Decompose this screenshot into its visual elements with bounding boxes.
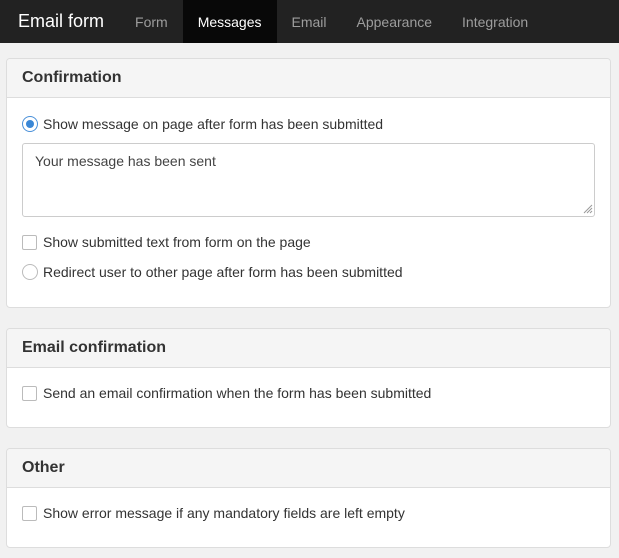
redirect-label: Redirect user to other page after form h…: [43, 264, 403, 280]
show-submitted-label: Show submitted text from form on the pag…: [43, 234, 311, 250]
redirect-radio[interactable]: [22, 264, 38, 280]
send-email-label: Send an email confirmation when the form…: [43, 385, 432, 401]
brand-title[interactable]: Email form: [0, 0, 120, 43]
other-panel-title: Other: [7, 449, 610, 488]
show-message-label: Show message on page after form has been…: [43, 116, 384, 132]
send-email-checkbox[interactable]: [22, 385, 37, 401]
error-message-checkbox[interactable]: [22, 505, 37, 521]
show-submitted-option[interactable]: Show submitted text from form on the pag…: [22, 232, 311, 252]
confirmation-message-textarea[interactable]: Your message has been sent: [22, 143, 595, 217]
email-confirmation-panel-title: Email confirmation: [7, 329, 610, 368]
navbar: Email form Form Messages Email Appearanc…: [0, 0, 619, 43]
tab-appearance[interactable]: Appearance: [342, 0, 448, 43]
redirect-option[interactable]: Redirect user to other page after form h…: [22, 262, 403, 282]
confirmation-panel: Confirmation Show message on page after …: [6, 58, 611, 308]
resize-grip-icon[interactable]: [583, 204, 593, 214]
error-message-label: Show error message if any mandatory fiel…: [43, 505, 405, 521]
other-panel: Other Show error message if any mandator…: [6, 448, 611, 548]
tab-form[interactable]: Form: [120, 0, 183, 43]
error-message-option[interactable]: Show error message if any mandatory fiel…: [22, 503, 405, 523]
show-submitted-checkbox[interactable]: [22, 234, 37, 250]
show-message-option[interactable]: Show message on page after form has been…: [22, 114, 383, 134]
tab-messages[interactable]: Messages: [182, 0, 277, 43]
tab-email[interactable]: Email: [277, 0, 342, 43]
send-email-option[interactable]: Send an email confirmation when the form…: [22, 383, 431, 403]
tab-integration[interactable]: Integration: [447, 0, 543, 43]
show-message-radio[interactable]: [22, 116, 38, 132]
confirmation-panel-title: Confirmation: [7, 59, 610, 98]
email-confirmation-panel: Email confirmation Send an email confirm…: [6, 328, 611, 428]
